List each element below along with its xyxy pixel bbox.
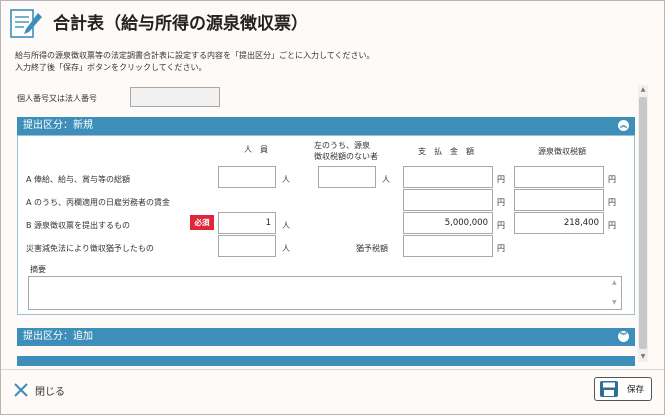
row-label-b: B 源泉徴収票を提出するもの — [26, 221, 131, 230]
deferred-tax-input[interactable] — [403, 235, 493, 257]
id-number-input[interactable] — [130, 87, 220, 107]
instruction-line-2: 入力終了後「保存」ボタンをクリックしてください。 — [15, 63, 207, 72]
form-scroll-area: 個人番号又は法人番号 提出区分：新規 ︽ 人 員 左のうち、源泉 徴収税額のない… — [11, 81, 651, 366]
close-label: 閉じる — [35, 386, 65, 398]
col-header-no-tax-line2: 徴収税額のない者 — [314, 152, 378, 161]
id-number-label: 個人番号又は法人番号 — [17, 94, 97, 103]
page-title: 合計表（給与所得の源泉徴収票） — [53, 14, 308, 34]
col-header-tax: 源泉徴収税額 — [538, 147, 586, 156]
scroll-up-arrow-icon[interactable]: ▲ — [638, 85, 648, 95]
remarks-label: 摘要 — [30, 265, 46, 274]
section-panel-new: 人 員 左のうち、源泉 徴収税額のない者 支 払 金 額 源泉徴収税額 A 俸給… — [17, 135, 635, 315]
save-button[interactable]: 保存 — [594, 377, 652, 401]
required-badge: 必須 — [190, 215, 214, 230]
col-header-people: 人 員 — [244, 145, 268, 154]
close-icon — [14, 383, 28, 397]
section-header-partial — [17, 356, 635, 366]
dialog-window: 合計表（給与所得の源泉徴収票） 給与所得の源泉徴収票等の法定調書合計表に設定する… — [0, 0, 665, 415]
scrollbar-thumb[interactable] — [639, 97, 647, 349]
col-header-amount: 支 払 金 額 — [418, 147, 474, 156]
unit-person: 人 — [382, 175, 390, 184]
row-label-a1: A 俸給、給与、賞与等の総額 — [26, 175, 131, 184]
a1-amount-input[interactable] — [403, 166, 493, 188]
textarea-scroll-arrows[interactable]: ▲ ▼ — [612, 278, 620, 308]
save-floppy-icon — [600, 381, 618, 397]
a1-people-input[interactable] — [218, 166, 276, 188]
row-label-disaster: 災害減免法により徴収猶予したもの — [26, 244, 154, 253]
instruction-line-1: 給与所得の源泉徴収票等の法定調書合計表に設定する内容を「提出区分」ごとに入力して… — [15, 51, 375, 60]
b-people-input[interactable]: 1 — [218, 212, 276, 234]
unit-yen: 円 — [497, 244, 505, 253]
col-header-no-tax-line1: 左のうち、源泉 — [314, 141, 370, 150]
a2-tax-input[interactable] — [514, 189, 604, 211]
unit-person: 人 — [282, 244, 290, 253]
unit-yen: 円 — [608, 221, 616, 230]
remarks-textarea[interactable] — [28, 276, 622, 310]
row-label-a2: A のうち、丙欄適用の日雇労務者の賃金 — [26, 198, 171, 207]
save-label: 保存 — [627, 385, 645, 395]
section-header-new[interactable]: 提出区分：新規 ︽ — [17, 117, 635, 135]
unit-yen: 円 — [497, 175, 505, 184]
deferred-tax-label: 猶予税額 — [356, 244, 388, 253]
chevron-up-icon[interactable]: ︽ — [618, 120, 629, 131]
a2-amount-input[interactable] — [403, 189, 493, 211]
footer-divider — [1, 369, 664, 370]
section-title-new: 提出区分：新規 — [23, 120, 93, 131]
close-button[interactable]: 閉じる — [13, 379, 65, 401]
unit-yen: 円 — [608, 198, 616, 207]
a1-no-tax-input[interactable] — [318, 166, 376, 188]
unit-yen: 円 — [497, 198, 505, 207]
unit-yen: 円 — [608, 175, 616, 184]
section-header-add[interactable]: 提出区分：追加 ︾ — [17, 328, 635, 346]
unit-yen: 円 — [497, 221, 505, 230]
section-title-add: 提出区分：追加 — [23, 331, 93, 342]
unit-person: 人 — [282, 175, 290, 184]
unit-person: 人 — [282, 221, 290, 230]
disaster-people-input[interactable] — [218, 235, 276, 257]
scroll-down-arrow-icon[interactable]: ▼ — [638, 352, 648, 362]
b-amount-input[interactable]: 5,000,000 — [403, 212, 493, 234]
b-tax-input[interactable]: 218,400 — [514, 212, 604, 234]
document-pencil-icon — [9, 7, 45, 41]
chevron-down-icon[interactable]: ︾ — [618, 331, 629, 342]
a1-tax-input[interactable] — [514, 166, 604, 188]
